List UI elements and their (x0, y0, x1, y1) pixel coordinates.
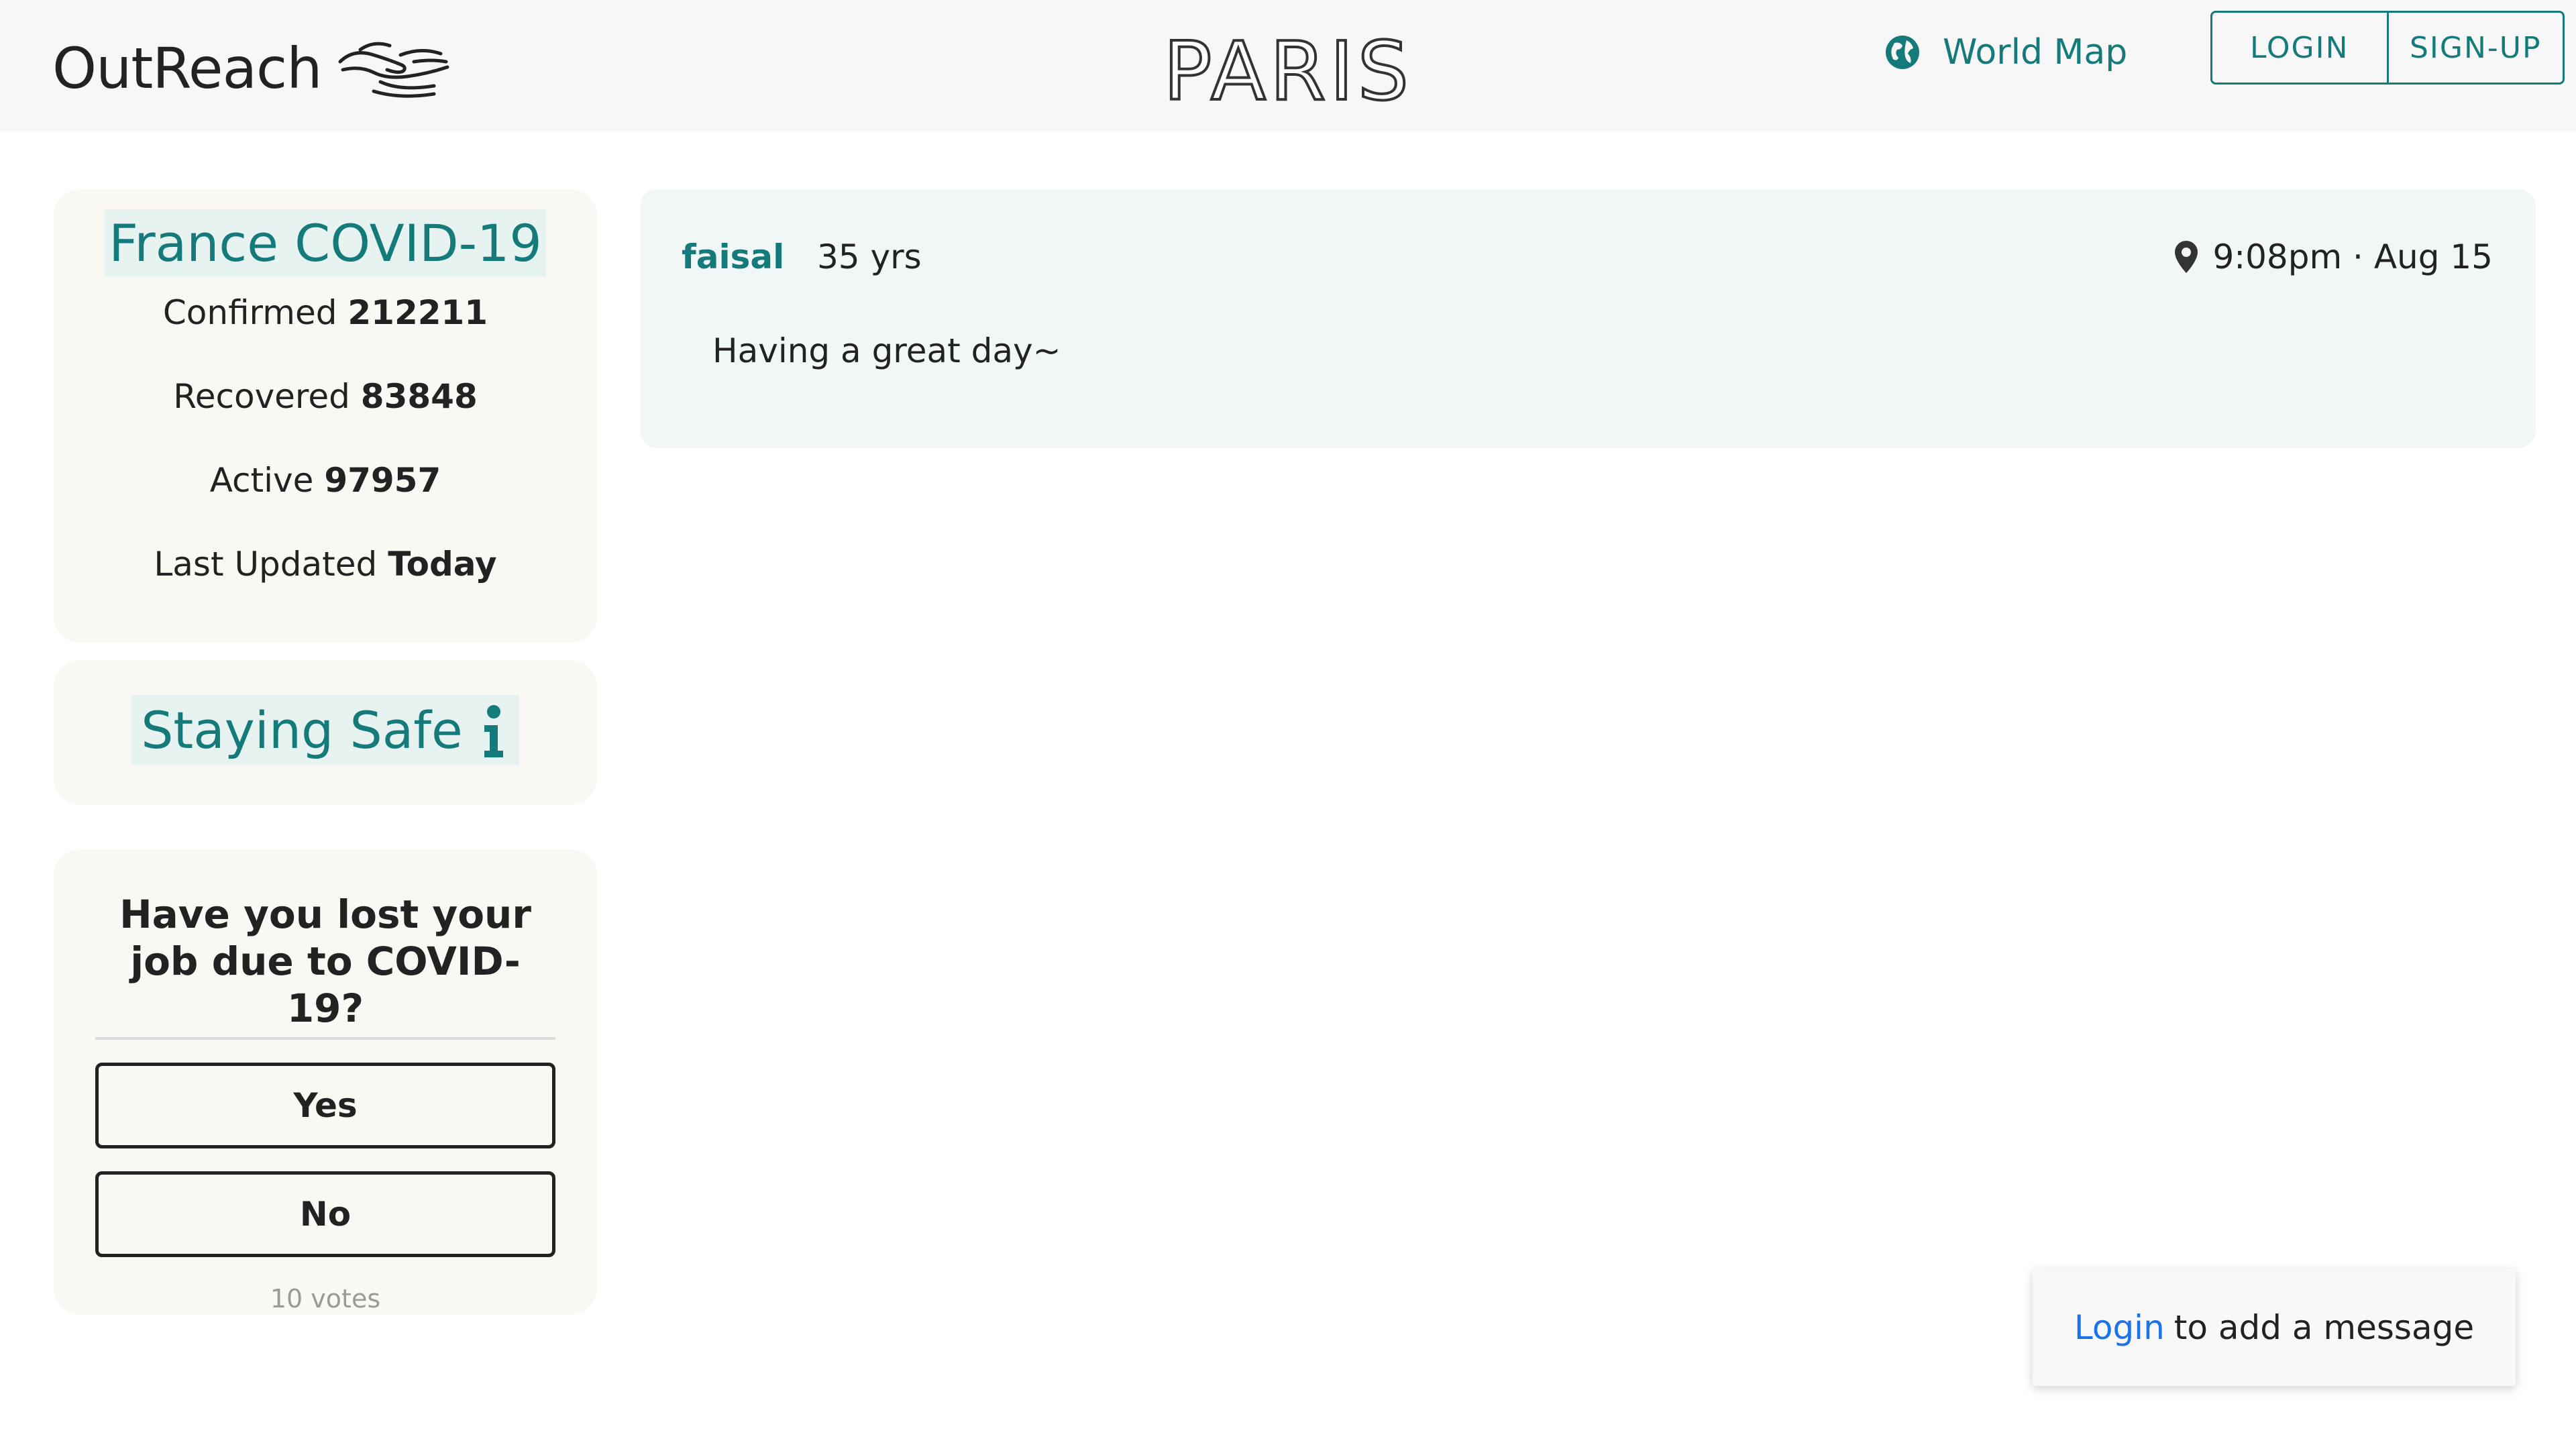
job-poll-card: Have you lost your job due to COVID-19? … (54, 849, 597, 1315)
auth-button-group: LOGIN SIGN-UP (2210, 11, 2565, 85)
active-label: Active (209, 461, 314, 500)
confirmed-stat: Confirmed 212211 (54, 293, 597, 332)
confirmed-label: Confirmed (162, 293, 337, 332)
poll-yes-button[interactable]: Yes (95, 1063, 555, 1148)
recovered-label: Recovered (173, 377, 350, 416)
confirmed-value: 212211 (347, 293, 488, 332)
last-updated-stat: Last Updated Today (54, 545, 597, 584)
updated-value: Today (388, 545, 497, 584)
message-meta: 9:08pm · Aug 15 (2174, 237, 2493, 276)
message-username[interactable]: faisal (682, 237, 784, 276)
hands-logo-icon (338, 42, 449, 98)
location-pin-icon[interactable] (2174, 239, 2199, 274)
city-title: PARIS (1162, 24, 1413, 120)
world-map-label: World Map (1943, 32, 2128, 72)
message-user-age: 35 yrs (817, 237, 922, 276)
staying-safe-link[interactable]: Staying Safe (131, 695, 519, 765)
signup-button[interactable]: SIGN-UP (2386, 13, 2563, 83)
globe-icon (1886, 36, 1919, 69)
world-map-link[interactable]: World Map (1885, 28, 2127, 76)
message-text: Having a great day~ (712, 331, 1061, 370)
message-card: faisal 35 yrs 9:08pm · Aug 15 Having a g… (640, 189, 2536, 448)
active-stat: Active 97957 (54, 461, 597, 500)
staying-safe-card[interactable]: Staying Safe (54, 660, 597, 805)
login-button[interactable]: LOGIN (2212, 13, 2387, 83)
covid-stats-card: France COVID-19 Confirmed 212211 Recover… (54, 189, 597, 643)
recovered-stat: Recovered 83848 (54, 377, 597, 416)
message-timestamp: 9:08pm · Aug 15 (2212, 237, 2493, 276)
toast-text: to add a message (2174, 1308, 2475, 1347)
top-navbar: OutReach PARIS World Map LOGIN SIGN-UP (0, 0, 2576, 131)
poll-vote-count: 10 votes (270, 1284, 381, 1313)
recovered-value: 83848 (360, 377, 478, 416)
toast-login-link[interactable]: Login (2074, 1308, 2165, 1347)
active-value: 97957 (324, 461, 441, 500)
staying-safe-title: Staying Safe (141, 700, 463, 760)
login-prompt-toast: Login to add a message (2033, 1269, 2516, 1386)
brand-logo-link[interactable]: OutReach (52, 35, 454, 102)
brand-name: OutReach (52, 36, 322, 101)
updated-label: Last Updated (154, 545, 378, 584)
poll-question: Have you lost your job due to COVID-19? (95, 891, 555, 1040)
stats-title: France COVID-19 (105, 209, 546, 277)
poll-no-button[interactable]: No (95, 1171, 555, 1257)
info-icon (484, 704, 503, 757)
